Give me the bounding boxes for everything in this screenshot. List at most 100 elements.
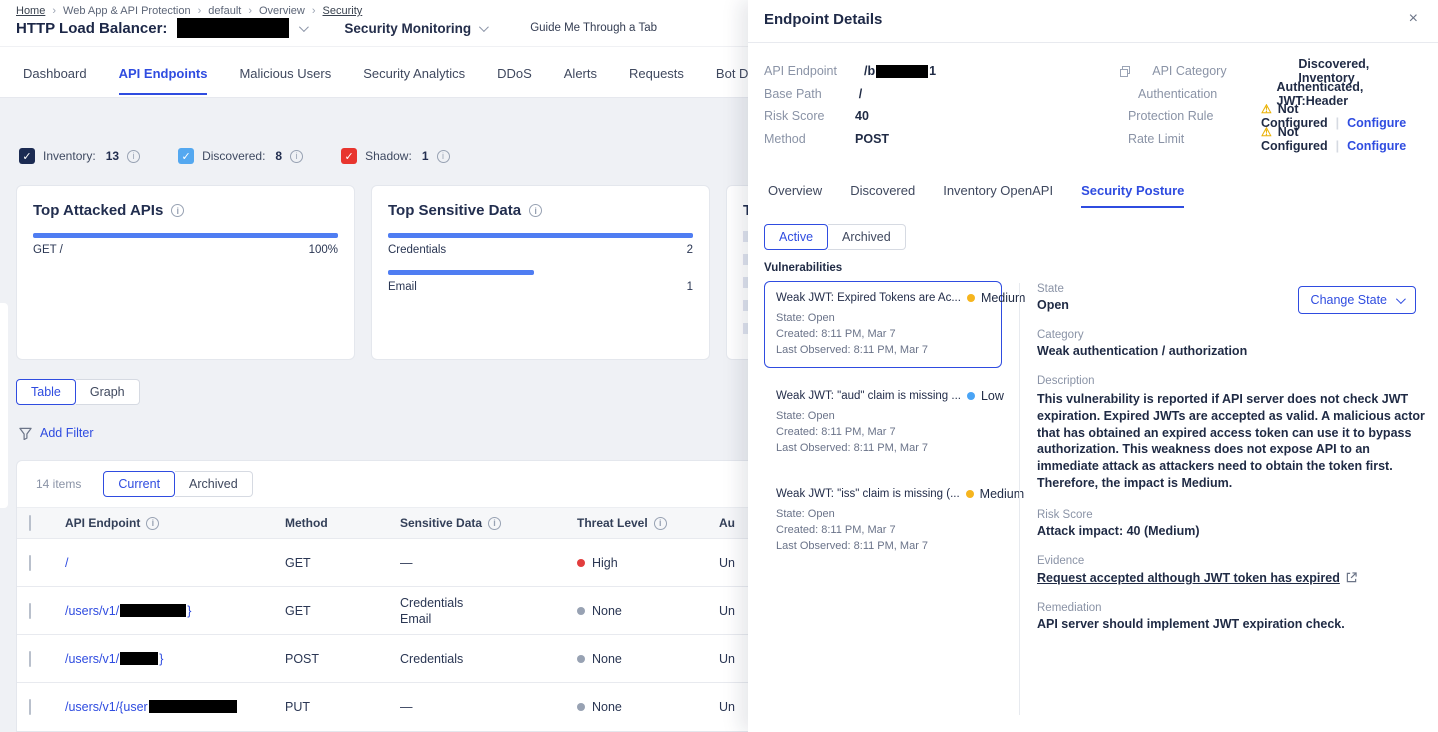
card-title: Top Attacked APIs	[33, 202, 163, 219]
tab-security-analytics[interactable]: Security Analytics	[363, 50, 465, 95]
tab-discovered[interactable]: Discovered	[850, 183, 915, 208]
archived-button[interactable]: Archived	[175, 471, 253, 497]
info-icon[interactable]: i	[171, 204, 184, 217]
current-button[interactable]: Current	[103, 471, 175, 497]
row-checkbox[interactable]	[29, 603, 31, 619]
threat-cell: None	[592, 652, 622, 666]
guide-me-link[interactable]: Guide Me Through a Tab	[530, 22, 657, 34]
discovered-checkbox[interactable]: ✓	[178, 148, 194, 164]
bar-row[interactable]: GET / 100%	[33, 233, 338, 256]
active-button[interactable]: Active	[764, 224, 828, 250]
bar-label: Credentials	[388, 244, 446, 256]
tab-api-endpoints[interactable]: API Endpoints	[119, 50, 208, 95]
table-view-button[interactable]: Table	[16, 379, 76, 405]
select-all-checkbox[interactable]	[29, 515, 31, 531]
copy-icon[interactable]	[1120, 66, 1131, 77]
tab-inventory-openapi[interactable]: Inventory OpenAPI	[943, 183, 1053, 208]
info-icon[interactable]: i	[146, 517, 159, 530]
info-icon[interactable]: i	[488, 517, 501, 530]
tab-overview[interactable]: Overview	[768, 183, 822, 208]
threat-dot	[577, 703, 585, 711]
panel-title: Endpoint Details	[764, 11, 882, 28]
row-checkbox[interactable]	[29, 699, 31, 715]
row-checkbox[interactable]	[29, 555, 31, 571]
add-filter-button[interactable]: Add Filter	[19, 426, 94, 440]
tab-malicious-users[interactable]: Malicious Users	[239, 50, 331, 95]
endpoint-link[interactable]: /users/v1/{user	[65, 700, 285, 714]
breadcrumb-security[interactable]: Security	[323, 5, 363, 17]
attacked-bar	[33, 233, 338, 238]
top-attacked-apis-card: Top Attacked APIs i GET / 100%	[16, 185, 355, 360]
severity-label: Medium	[980, 487, 1024, 501]
remediation-label: Remediation	[1037, 602, 1427, 614]
tab-security-posture[interactable]: Security Posture	[1081, 183, 1184, 208]
breadcrumb-home[interactable]: Home	[16, 5, 45, 17]
monitoring-dropdown[interactable]: Security Monitoring	[344, 21, 486, 36]
threat-cell: None	[592, 604, 622, 618]
endpoint-link[interactable]: /users/v1/ }	[65, 604, 285, 618]
endpoint-details-panel: Endpoint Details × API Endpoint /b 1 API…	[748, 0, 1438, 732]
method-cell: GET	[285, 556, 400, 570]
breadcrumb-waap[interactable]: Web App & API Protection	[63, 5, 191, 17]
risk-score-value: 40	[855, 109, 1000, 123]
redacted-lb-name	[177, 18, 289, 38]
col-threat-level: Threat Level	[577, 516, 648, 530]
tab-dashboard[interactable]: Dashboard	[23, 50, 87, 95]
endpoint-link[interactable]: /users/v1/ }	[65, 652, 285, 666]
close-icon[interactable]: ×	[1409, 10, 1418, 28]
vulnerability-card[interactable]: Weak JWT: "iss" claim is missing (... Me…	[764, 477, 1002, 564]
evidence-label: Evidence	[1037, 555, 1427, 567]
breadcrumb-overview[interactable]: Overview	[259, 5, 305, 17]
active-archived-toggle: Active Archived	[764, 224, 906, 250]
tab-requests[interactable]: Requests	[629, 50, 684, 95]
base-path-value: /	[859, 87, 1010, 101]
info-icon[interactable]: i	[529, 204, 542, 217]
row-checkbox[interactable]	[29, 651, 31, 667]
items-count: 14 items	[36, 477, 81, 491]
chevron-down-icon	[479, 22, 489, 32]
add-filter-label: Add Filter	[40, 426, 94, 440]
bar-row[interactable]: Credentials 2	[388, 233, 693, 256]
risk-score-label: Risk Score	[1037, 509, 1427, 521]
graph-view-button[interactable]: Graph	[76, 379, 140, 405]
sensitive-cell: Credentials	[400, 652, 577, 666]
remediation-value: API server should implement JWT expirati…	[1037, 617, 1427, 631]
vuln-observed: Last Observed: 8:11 PM, Mar 7	[776, 440, 990, 456]
info-icon[interactable]: i	[127, 150, 140, 163]
endpoint-text: }	[187, 604, 191, 618]
vulnerability-detail: State Open Change State Category Weak au…	[1037, 283, 1427, 631]
change-state-button[interactable]: Change State	[1298, 286, 1416, 314]
tab-ddos[interactable]: DDoS	[497, 50, 532, 95]
evidence-link[interactable]: Request accepted although JWT token has …	[1037, 571, 1427, 585]
base-path-label: Base Path	[764, 87, 859, 101]
method-cell: POST	[285, 652, 400, 666]
vuln-state: State: Open	[776, 408, 990, 424]
shadow-label: Shadow:	[365, 149, 412, 163]
redacted-endpoint	[149, 700, 237, 713]
card-title: Top Sensitive Data	[388, 202, 521, 219]
chevron-down-icon[interactable]	[299, 22, 309, 32]
rate-limit-label: Rate Limit	[1128, 132, 1261, 146]
vuln-observed: Last Observed: 8:11 PM, Mar 7	[776, 538, 990, 554]
current-archived-toggle: Current Archived	[103, 471, 252, 497]
info-icon[interactable]: i	[290, 150, 303, 163]
archived-button[interactable]: Archived	[828, 224, 906, 250]
bar-value: 100%	[309, 244, 338, 256]
inventory-checkbox[interactable]: ✓	[19, 148, 35, 164]
info-icon[interactable]: i	[654, 517, 667, 530]
info-icon[interactable]: i	[437, 150, 450, 163]
configure-rate-limit-link[interactable]: Configure	[1347, 139, 1406, 153]
protection-rule-label: Protection Rule	[1128, 109, 1261, 123]
breadcrumb-default[interactable]: default	[208, 5, 241, 17]
endpoint-link[interactable]: /	[65, 556, 285, 570]
vulnerability-card[interactable]: Weak JWT: Expired Tokens are Ac... Mediu…	[764, 281, 1002, 368]
api-endpoint-value: 1	[929, 64, 936, 78]
vulnerability-card[interactable]: Weak JWT: "aud" claim is missing ... Low…	[764, 379, 1002, 466]
evidence-link-text: Request accepted although JWT token has …	[1037, 571, 1340, 585]
inventory-label: Inventory:	[43, 149, 96, 163]
tab-alerts[interactable]: Alerts	[564, 50, 597, 95]
shadow-checkbox[interactable]: ✓	[341, 148, 357, 164]
bar-value: 2	[687, 244, 693, 256]
vuln-created: Created: 8:11 PM, Mar 7	[776, 424, 990, 440]
bar-row[interactable]: Email 1	[388, 270, 693, 293]
